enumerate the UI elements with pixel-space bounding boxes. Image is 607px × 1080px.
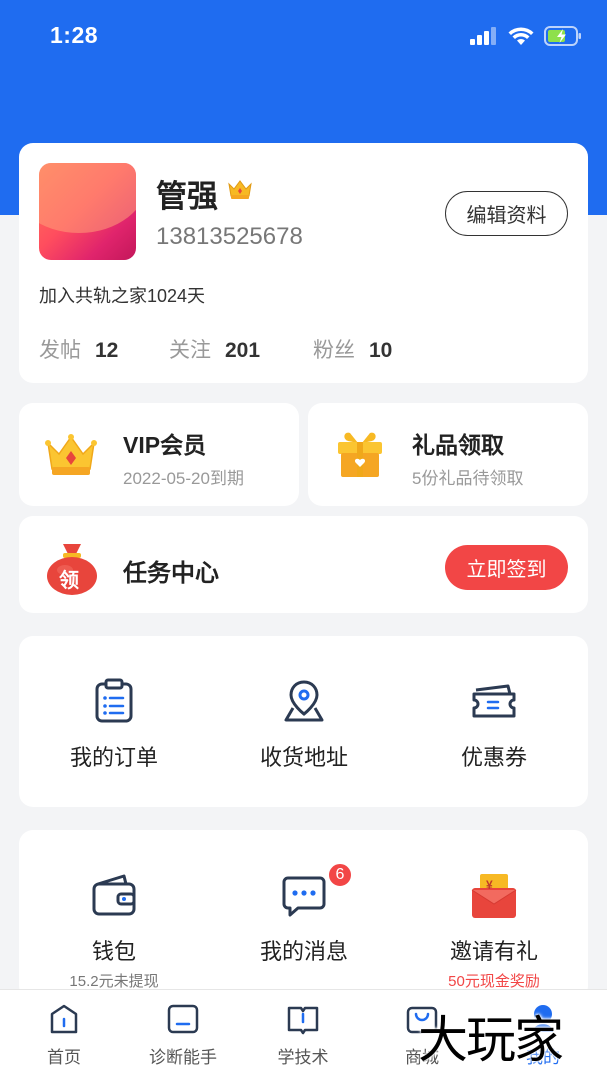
red-envelope-icon	[471, 874, 517, 918]
stat-fans[interactable]: 粉丝 10	[313, 334, 392, 364]
tab-learn[interactable]: 学技术	[248, 1002, 358, 1068]
coupon-icon	[472, 684, 516, 718]
grid-item-messages[interactable]: 6 我的消息	[209, 862, 399, 966]
money-bag-label: 领	[59, 570, 79, 592]
watermark: 大玩家	[418, 1011, 564, 1069]
gift-title: 礼品领取	[412, 432, 504, 458]
grid-label: 钱包	[91, 939, 136, 964]
user-name: 管强	[156, 179, 218, 214]
stat-label: 发帖	[39, 339, 81, 362]
tab-home[interactable]: 首页	[9, 1002, 119, 1068]
gift-box-icon	[338, 432, 382, 477]
stat-label: 粉丝	[313, 339, 355, 362]
grid-label: 我的消息	[259, 939, 348, 964]
book-icon	[287, 1006, 319, 1035]
sign-in-button[interactable]: 立即签到	[445, 545, 568, 590]
grid-item-orders[interactable]: 我的订单	[19, 678, 209, 772]
features-card: 钱包 15.2元未提现 6 我的消息 ¥ 邀请有礼 50元现金奖励	[19, 830, 588, 1000]
profile-card: 管强 13813525678 编辑资料 加入共轨之家1024天 发帖 12 关注…	[19, 143, 588, 383]
tab-label: 诊断能手	[149, 1048, 217, 1067]
order-icon	[95, 678, 133, 723]
task-center-title: 任务中心	[123, 560, 219, 587]
vip-expiry: 2022-05-20到期	[123, 469, 244, 488]
grid-label: 我的订单	[69, 745, 158, 770]
stat-following[interactable]: 关注 201	[169, 334, 313, 364]
vip-title: VIP会员	[123, 432, 207, 458]
diagnosis-icon	[167, 1004, 199, 1034]
message-icon	[282, 876, 326, 917]
gift-card[interactable]: 礼品领取 5份礼品待领取	[308, 403, 588, 506]
grid-label: 优惠券	[460, 745, 527, 770]
grid-label: 收货地址	[259, 745, 348, 770]
vip-crown-icon	[228, 180, 252, 199]
stat-value: 10	[369, 339, 393, 362]
task-center-card[interactable]: 领 任务中心 立即签到	[19, 516, 588, 613]
grid-item-wallet[interactable]: 钱包 15.2元未提现	[19, 872, 209, 991]
edit-profile-button[interactable]: 编辑资料	[445, 191, 568, 236]
location-icon	[284, 680, 324, 722]
home-icon	[50, 1004, 78, 1034]
envelope-yen-symbol: ¥	[486, 878, 493, 892]
wallet-icon	[92, 874, 136, 916]
status-time: 1:28	[50, 22, 99, 48]
gift-pending: 5份礼品待领取	[412, 469, 524, 488]
signal-icon	[470, 27, 496, 45]
join-days: 加入共轨之家1024天	[39, 286, 206, 306]
tab-diagnosis[interactable]: 诊断能手	[128, 1002, 238, 1068]
avatar[interactable]	[39, 163, 136, 260]
profile-stats: 发帖 12 关注 201 粉丝 10	[39, 334, 392, 364]
wallet-balance: 15.2元未提现	[69, 973, 159, 990]
status-bar: 1:28	[0, 0, 607, 74]
tab-label: 首页	[47, 1048, 81, 1067]
stat-value: 12	[95, 339, 119, 362]
status-icons	[470, 26, 582, 46]
invite-reward: 50元现金奖励	[448, 973, 540, 990]
grid-label: 邀请有礼	[449, 939, 538, 964]
tab-label: 学技术	[277, 1048, 329, 1067]
grid-item-invite[interactable]: ¥ 邀请有礼 50元现金奖励	[399, 872, 589, 991]
battery-charging-icon	[544, 26, 581, 46]
grid-item-coupons[interactable]: 优惠券	[399, 678, 589, 772]
user-phone: 13813525678	[156, 223, 303, 250]
stat-posts[interactable]: 发帖 12	[39, 334, 169, 364]
services-card: 我的订单 收货地址 优惠券	[19, 636, 588, 807]
vip-card[interactable]: VIP会员 2022-05-20到期	[19, 403, 299, 506]
wifi-icon	[508, 26, 534, 45]
stat-label: 关注	[169, 339, 211, 362]
grid-item-address[interactable]: 收货地址	[209, 678, 399, 772]
unread-badge: 6	[327, 862, 353, 888]
stat-value: 201	[225, 339, 261, 362]
vip-crown-icon	[45, 434, 97, 475]
